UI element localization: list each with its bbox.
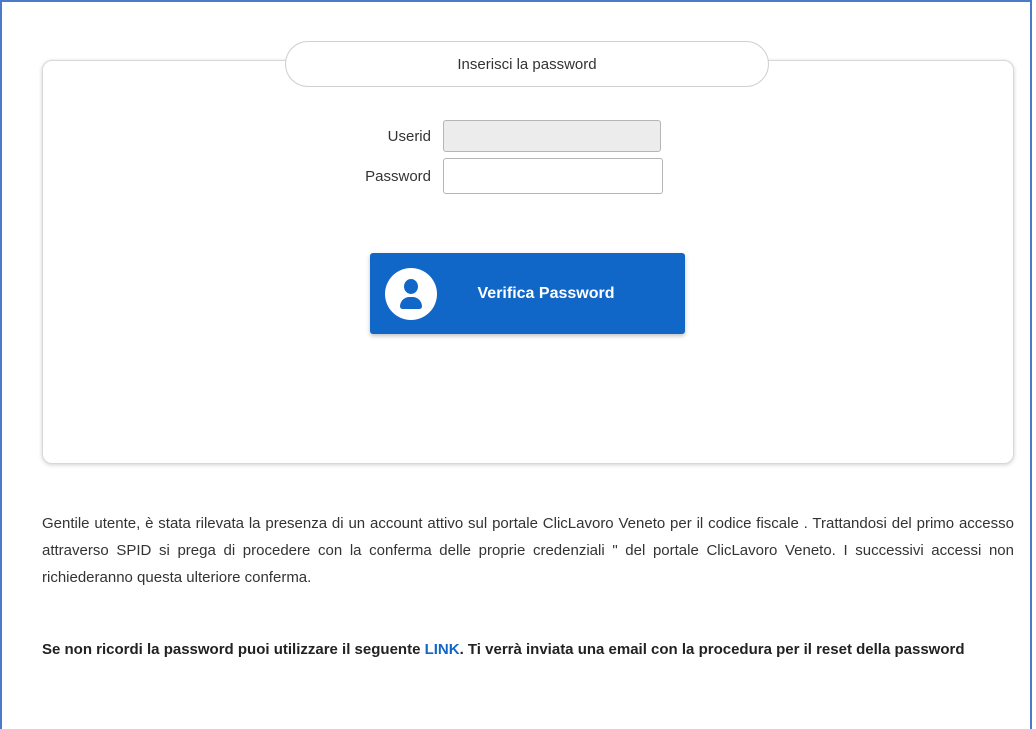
info-message: Gentile utente, è stata rilevata la pres… — [42, 515, 1014, 586]
reset-text-before: Se non ricordi la password puoi utilizza… — [42, 641, 425, 658]
panel-title: Inserisci la password — [285, 41, 769, 87]
panel-title-text: Inserisci la password — [457, 55, 597, 73]
password-label: Password — [365, 167, 431, 185]
userid-field[interactable] — [443, 120, 661, 152]
verify-password-label: Verifica Password — [477, 284, 615, 302]
user-icon — [385, 267, 437, 320]
password-field[interactable] — [443, 158, 663, 194]
reset-link[interactable]: LINK — [425, 641, 460, 658]
reset-text-after: . Ti verrà inviata una email con la proc… — [459, 641, 965, 658]
userid-label: Userid — [387, 127, 431, 145]
verify-password-button[interactable]: Verifica Password — [370, 253, 685, 334]
password-row: Password — [343, 158, 663, 194]
userid-row: Userid — [343, 120, 661, 152]
reset-password-notice: Se non ricordi la password puoi utilizza… — [42, 636, 1014, 663]
